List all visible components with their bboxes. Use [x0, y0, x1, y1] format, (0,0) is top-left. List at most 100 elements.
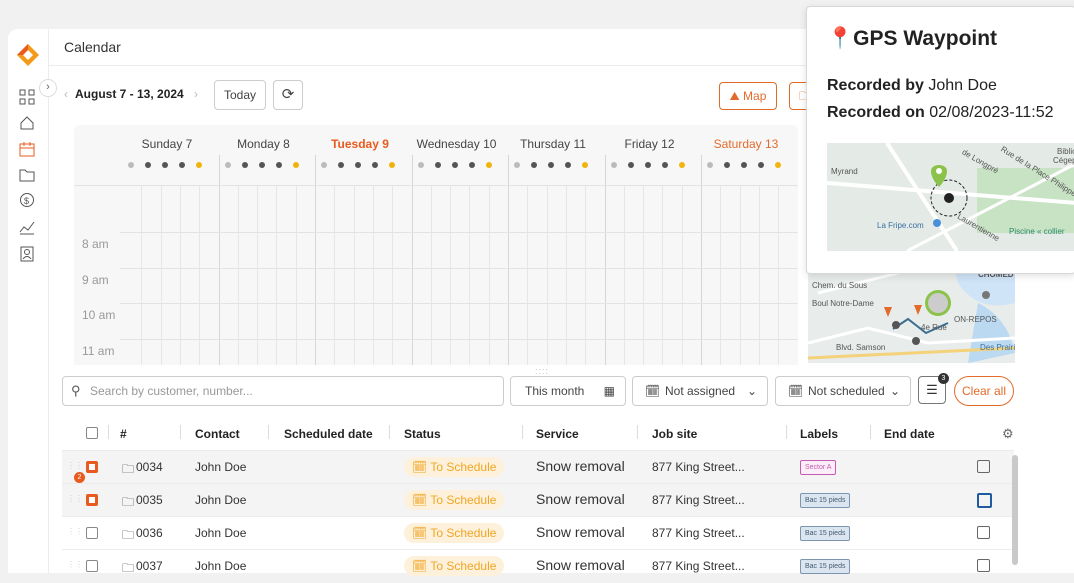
note-icon[interactable] [977, 460, 990, 473]
chart-icon[interactable] [19, 219, 35, 235]
sidebar-expand-button[interactable]: › [39, 79, 57, 97]
day-header[interactable]: Wednesday 10 [407, 137, 507, 151]
column-header[interactable]: Contact [195, 427, 240, 441]
note-icon[interactable] [977, 526, 990, 539]
resource-avatar[interactable] [531, 162, 537, 168]
table-row[interactable]: ⋮⋮ 2 🗀 0034 John Doe 🗓 To Schedule Snow remova… [62, 450, 1014, 484]
day-header[interactable]: Sunday 7 [117, 137, 217, 151]
resource-avatar[interactable] [514, 162, 520, 168]
resource-avatar[interactable] [610, 162, 617, 168]
today-button[interactable]: Today [214, 80, 266, 110]
resource-avatar[interactable] [162, 162, 168, 168]
note-icon[interactable] [977, 559, 990, 572]
status-badge[interactable]: 🗓 To Schedule [404, 523, 505, 543]
resource-avatar[interactable] [707, 162, 713, 168]
note-icon[interactable] [977, 493, 992, 508]
resource-avatar[interactable] [758, 162, 764, 168]
table-scrollbar[interactable] [1012, 455, 1018, 565]
resource-avatar[interactable] [724, 162, 730, 168]
day-header[interactable]: Monday 8 [214, 137, 314, 151]
resource-avatar[interactable] [678, 162, 685, 168]
resource-avatar[interactable] [321, 162, 327, 168]
previous-week-icon[interactable]: ‹ [64, 87, 68, 101]
folder-icon[interactable] [19, 167, 35, 183]
next-week-icon[interactable]: › [194, 87, 198, 101]
dollar-icon[interactable]: $ [19, 192, 35, 208]
column-header[interactable]: Labels [800, 427, 838, 441]
refresh-button[interactable]: ⟳ [273, 80, 303, 110]
row-checkbox[interactable] [86, 461, 98, 473]
resource-avatar[interactable] [741, 162, 747, 168]
assignment-filter[interactable]: 🗓 Not assigned ⌄ [632, 376, 768, 406]
resource-avatar[interactable] [775, 162, 781, 168]
job-number[interactable]: 0034 [136, 460, 163, 474]
resource-avatar[interactable] [451, 162, 458, 168]
day-header[interactable]: Friday 12 [600, 137, 700, 151]
period-filter[interactable]: This month ▦ [510, 376, 626, 406]
resource-avatar[interactable] [389, 162, 395, 168]
job-number[interactable]: 0036 [136, 526, 163, 540]
search-input[interactable]: ⚲ Search by customer, number... [62, 376, 504, 406]
resource-avatar[interactable] [468, 162, 475, 168]
status-badge[interactable]: 🗓 To Schedule [404, 490, 505, 510]
resource-avatar[interactable] [179, 162, 185, 168]
advanced-filters-button[interactable]: ☰ 3 [918, 373, 949, 404]
gps-map[interactable]: Myrand de Longpré Rue de la Place Philip… [827, 143, 1074, 251]
calendar-icon[interactable] [19, 141, 35, 157]
drag-handle-icon[interactable]: ⋮⋮ [67, 527, 83, 536]
resource-avatar[interactable] [258, 162, 265, 168]
status-badge[interactable]: 🗓 To Schedule [404, 556, 505, 576]
app-logo[interactable] [14, 41, 42, 69]
column-header[interactable]: # [120, 427, 127, 441]
resource-avatar[interactable] [565, 162, 571, 168]
column-header[interactable]: Scheduled date [284, 427, 373, 441]
select-all-checkbox[interactable] [86, 427, 98, 439]
resource-avatar[interactable] [417, 162, 424, 168]
calendar-user-icon: 🗓 [645, 384, 661, 398]
column-header[interactable]: Status [404, 427, 441, 441]
table-row[interactable]: ⋮⋮ 🗀 0036 John Doe 🗓 To Schedule Snow removal… [62, 516, 1014, 550]
resource-avatar[interactable] [275, 162, 282, 168]
column-header[interactable]: Job site [652, 427, 697, 441]
resource-avatar[interactable] [292, 162, 299, 168]
status-badge[interactable]: 🗓 To Schedule [404, 457, 505, 477]
row-checkbox[interactable] [86, 527, 98, 539]
day-header[interactable]: Tuesday 9 [310, 137, 410, 151]
resource-avatar[interactable] [241, 162, 248, 168]
table-settings-icon[interactable]: ⚙ [1002, 426, 1014, 442]
contacts-icon[interactable] [19, 246, 35, 262]
scheduling-filter[interactable]: 🗓 Not scheduled ⌄ [775, 376, 911, 406]
row-checkbox[interactable] [86, 560, 98, 572]
resource-avatar[interactable] [224, 162, 231, 168]
day-header[interactable]: Saturday 13 [696, 137, 796, 151]
drag-handle-icon[interactable]: ⋮⋮ [67, 494, 83, 503]
drag-handle-icon[interactable]: ⋮⋮ [67, 461, 83, 470]
resource-avatar[interactable] [627, 162, 634, 168]
clear-all-button[interactable]: Clear all [954, 376, 1014, 406]
resource-avatar[interactable] [485, 162, 492, 168]
column-header[interactable]: Service [536, 427, 579, 441]
resource-avatar[interactable] [434, 162, 441, 168]
column-header[interactable]: End date [884, 427, 935, 441]
home-icon[interactable] [19, 115, 35, 131]
resource-avatar[interactable] [196, 162, 202, 168]
resource-avatar[interactable] [145, 162, 151, 168]
drag-handle-icon[interactable]: ⋮⋮ [67, 560, 83, 569]
resource-avatar[interactable] [644, 162, 651, 168]
table-row[interactable]: ⋮⋮ 🗀 0035 John Doe 🗓 To Schedule Snow removal… [62, 483, 1014, 517]
resource-avatar[interactable] [548, 162, 554, 168]
dashboard-icon[interactable] [19, 89, 35, 105]
map-button[interactable]: ⛰ Map [719, 82, 777, 110]
resource-avatar[interactable] [355, 162, 361, 168]
panel-resize-handle[interactable]: :::: [535, 366, 549, 376]
resource-avatar[interactable] [338, 162, 344, 168]
resource-avatar[interactable] [372, 162, 378, 168]
day-header[interactable]: Thursday 11 [503, 137, 603, 151]
resource-avatar[interactable] [582, 162, 588, 168]
table-row[interactable]: ⋮⋮ 🗀 0037 John Doe 🗓 To Schedule Snow removal… [62, 549, 1014, 583]
job-number[interactable]: 0037 [136, 559, 163, 573]
resource-avatar[interactable] [128, 162, 134, 168]
job-number[interactable]: 0035 [136, 493, 163, 507]
resource-avatar[interactable] [661, 162, 668, 168]
row-checkbox[interactable] [86, 494, 98, 506]
